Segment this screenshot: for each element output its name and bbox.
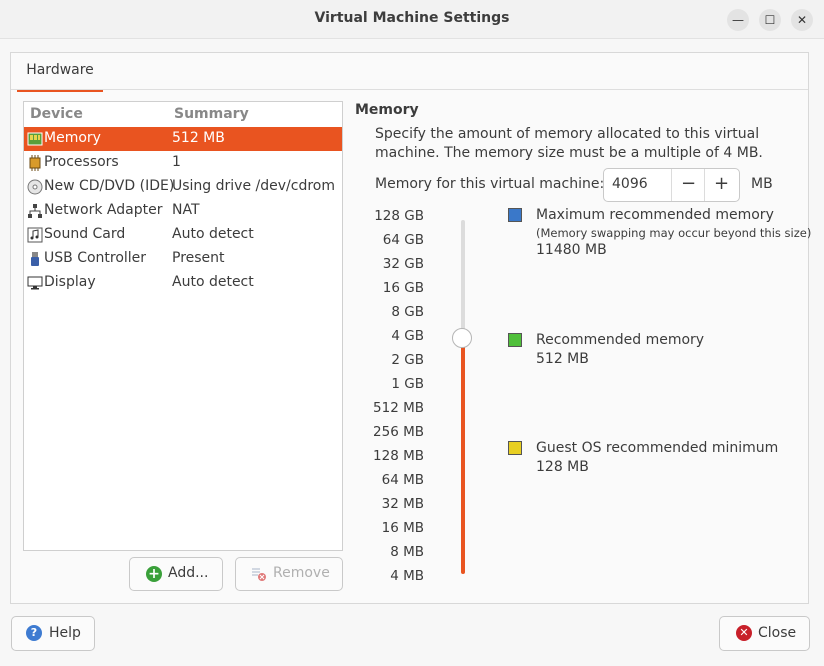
minus-icon: − [680,173,697,194]
memory-icon [27,132,43,146]
memory-unit: MB [751,176,773,192]
close-button[interactable]: ✕ Close [719,616,810,651]
help-button[interactable]: ? Help [11,616,95,651]
close-icon: ✕ [796,13,808,27]
help-icon: ? [26,625,42,641]
scale-label: 256 MB [373,424,424,440]
remove-button[interactable]: Remove [235,557,343,591]
device-summary: 1 [172,154,181,170]
recommended-value: 512 MB [536,351,589,367]
window-title: Virtual Machine Settings [314,10,510,26]
device-row-network-adapter[interactable]: Network Adapter NAT [24,199,342,223]
device-summary: Present [172,250,225,266]
scale-label: 16 GB [382,280,424,296]
max-recommended-marker [508,208,522,222]
recommended-title: Recommended memory [536,332,705,348]
maximize-icon: ☐ [764,13,776,27]
device-row-usb-controller[interactable]: USB Controller Present [24,247,342,271]
guest-os-minimum-value: 128 MB [536,459,589,475]
device-name: Memory [44,130,101,146]
cd-dvd-icon [27,179,43,195]
memory-slider-thumb[interactable] [452,328,472,348]
device-name: USB Controller [44,250,147,266]
tab-divider [11,89,808,90]
remove-icon [252,568,266,581]
scale-label: 16 MB [381,520,424,536]
device-row-display[interactable]: Display Auto detect [24,271,342,295]
device-row-processors[interactable]: Processors 1 [24,151,342,175]
scale-label: 32 GB [382,256,424,272]
column-header-summary[interactable]: Summary [174,106,249,122]
device-row-cd-dvd[interactable]: New CD/DVD (IDE) Using drive /dev/cdrom [24,175,342,199]
scale-label: 4 MB [390,568,424,584]
device-summary: Using drive /dev/cdrom [172,178,335,194]
plus-icon: + [146,566,162,582]
max-recommended-value: 11480 MB [536,242,607,258]
close-window-button[interactable]: ✕ [791,9,813,31]
scale-label: 1 GB [391,376,424,392]
tab-hardware[interactable]: Hardware [17,53,103,92]
device-summary: NAT [172,202,200,218]
scale-label: 8 GB [391,304,424,320]
usb-icon [31,252,39,266]
device-name: Display [44,274,96,290]
sound-icon [27,227,43,243]
device-name: Processors [44,154,119,170]
processor-icon [29,155,41,171]
title-bar: Virtual Machine Settings — ☐ ✕ [0,0,824,39]
device-summary: 512 MB [172,130,225,146]
scale-label: 64 MB [381,472,424,488]
guest-os-minimum-title: Guest OS recommended minimum [536,440,779,456]
add-button-label: Add... [168,565,209,581]
add-button[interactable]: + Add... [129,557,223,591]
memory-description: Specify the amount of memory allocated t… [375,126,763,161]
memory-field-label: Memory for this virtual machine: [375,176,605,192]
memory-spinbutton: 4096 − + [603,168,740,202]
maximize-button[interactable]: ☐ [759,9,781,31]
device-name: Sound Card [44,226,126,242]
device-summary: Auto detect [172,226,254,242]
scale-label: 8 MB [390,544,424,560]
recommended-marker [508,333,522,347]
device-name: New CD/DVD (IDE) [44,178,175,194]
memory-slider-fill[interactable] [461,338,465,574]
max-recommended-title: Maximum recommended memory [536,207,774,223]
network-icon [28,204,42,218]
memory-value-input[interactable]: 4096 [612,176,648,192]
device-list[interactable]: Device Summary Memory 512 MB Processors … [23,101,343,551]
display-icon [27,276,43,290]
increment-button[interactable]: + [704,169,738,201]
minimize-icon: — [732,13,744,27]
column-header-device[interactable]: Device [30,106,83,122]
scale-label: 4 GB [391,328,424,344]
scale-label: 2 GB [391,352,424,368]
list-header: Device Summary [24,102,342,126]
minimize-button[interactable]: — [727,9,749,31]
scale-label: 128 MB [373,448,424,464]
plus-icon: + [713,173,730,194]
memory-section-title: Memory [355,102,419,118]
remove-button-label: Remove [273,565,330,581]
device-name: Network Adapter [44,202,163,218]
scale-label: 128 GB [374,208,424,224]
device-summary: Auto detect [172,274,254,290]
guest-os-minimum-marker [508,441,522,455]
memory-slider-track[interactable] [461,220,465,338]
scale-label: 32 MB [381,496,424,512]
max-recommended-note: (Memory swapping may occur beyond this s… [536,226,812,240]
help-button-label: Help [49,625,81,641]
decrement-button[interactable]: − [671,169,705,201]
device-row-sound-card[interactable]: Sound Card Auto detect [24,223,342,247]
device-row-memory[interactable]: Memory 512 MB [24,127,342,151]
close-icon: ✕ [736,625,752,641]
close-button-label: Close [758,625,797,641]
scale-label: 512 MB [373,400,424,416]
scale-label: 64 GB [382,232,424,248]
